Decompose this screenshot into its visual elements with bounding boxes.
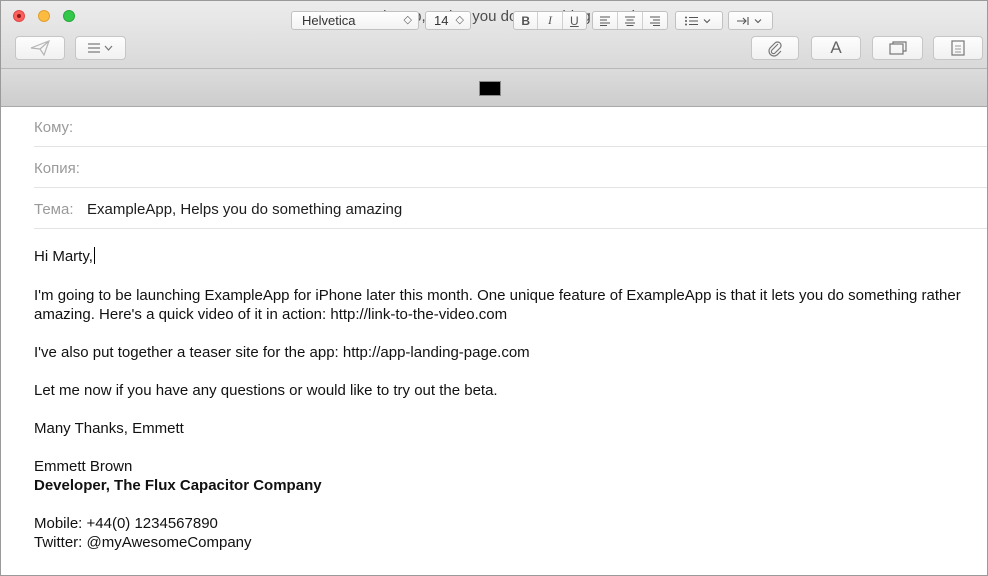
subject-label: Тема:	[34, 201, 74, 218]
header-fields-button[interactable]	[75, 36, 126, 60]
align-left-icon	[600, 16, 610, 26]
greeting-text: Hi Marty,	[34, 248, 93, 265]
signature-title: Developer, The Flux Capacitor Company	[34, 477, 322, 494]
underline-button[interactable]: U	[563, 12, 586, 29]
message-body[interactable]: Hi Marty, I'm going to be launching Exam…	[34, 247, 979, 552]
window-title: ExampleApp, Helps you do something amazi…	[336, 8, 652, 25]
stationery-icon	[951, 40, 965, 56]
photo-browser-button[interactable]	[872, 36, 923, 60]
cc-label: Копия:	[34, 160, 80, 177]
header-fields-icon	[86, 42, 116, 54]
indent-button[interactable]	[728, 11, 773, 30]
align-center-button[interactable]	[618, 12, 643, 29]
send-icon	[30, 40, 50, 56]
closing-line: Many Thanks, Emmett	[34, 420, 184, 437]
font-size-value: 14	[434, 13, 449, 28]
signature-mobile: Mobile: +44(0) 1234567890	[34, 515, 218, 532]
stationery-button[interactable]	[933, 36, 983, 60]
to-field[interactable]: Кому:	[34, 107, 987, 147]
font-family-select[interactable]: Helvetica ◇	[291, 11, 419, 30]
updown-chevron-icon: ◇	[455, 14, 464, 26]
text-style-group: B I U	[513, 11, 587, 30]
signature-twitter: Twitter: @myAwesomeCompany	[34, 534, 252, 551]
font-family-value: Helvetica	[302, 13, 356, 28]
subject-input[interactable]: ExampleApp, Helps you do something amazi…	[87, 201, 402, 218]
align-left-button[interactable]	[593, 12, 618, 29]
updown-chevron-icon: ◇	[403, 14, 412, 26]
greeting-line: Hi Marty,	[34, 247, 979, 266]
align-center-icon	[625, 16, 635, 26]
attach-icon	[767, 39, 783, 57]
bold-button[interactable]: B	[514, 12, 539, 29]
mail-compose-window: ExampleApp, Helps you do something amazi…	[0, 0, 988, 576]
font-size-select[interactable]: 14 ◇	[425, 11, 471, 30]
subject-field[interactable]: Тема: ExampleApp, Helps you do something…	[34, 189, 987, 229]
italic-button[interactable]: I	[538, 12, 563, 29]
attach-button[interactable]	[751, 36, 799, 60]
text-cursor	[93, 247, 95, 264]
paragraph-launch: I'm going to be launching ExampleApp for…	[34, 287, 961, 323]
align-right-button[interactable]	[643, 12, 667, 29]
list-style-button[interactable]	[675, 11, 723, 30]
title-bar: ExampleApp, Helps you do something amazi…	[1, 1, 987, 69]
paragraph-questions: Let me now if you have any questions or …	[34, 382, 498, 399]
indent-icon	[736, 16, 761, 25]
fonts-button[interactable]: A	[811, 36, 861, 60]
paragraph-teaser: I've also put together a teaser site for…	[34, 344, 530, 361]
alignment-group	[592, 11, 668, 30]
text-color-well[interactable]	[479, 81, 501, 96]
to-label: Кому:	[34, 119, 74, 136]
cc-field[interactable]: Копия:	[34, 148, 987, 188]
send-button[interactable]	[15, 36, 65, 60]
align-right-icon	[650, 16, 660, 26]
signature-name: Emmett Brown	[34, 458, 133, 475]
photo-browser-icon	[888, 41, 907, 55]
fonts-icon: A	[830, 38, 842, 57]
list-icon	[685, 16, 711, 25]
